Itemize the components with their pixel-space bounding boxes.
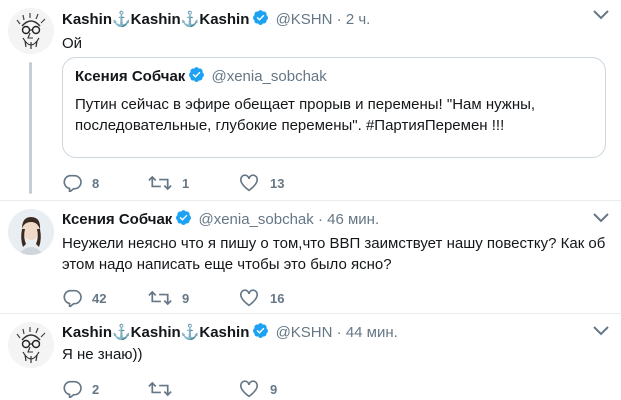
retweet-count: 1 — [182, 175, 190, 191]
chevron-down-icon[interactable] — [593, 213, 609, 223]
reply-count: 42 — [92, 290, 107, 306]
verified-icon — [253, 323, 269, 338]
tweet-header: Ксения Собчак @xenia_sobchak · 46 мин. — [62, 209, 379, 228]
retweet-button[interactable]: 9 — [148, 287, 189, 309]
like-count: 9 — [270, 381, 278, 397]
tweet-text: Я не знаю)) — [62, 346, 143, 363]
like-icon — [240, 174, 258, 192]
quoted-tweet[interactable]: Ксения Собчак @xenia_sobchak Путин сейча… — [62, 57, 606, 158]
tweet-2[interactable]: Ксения Собчак @xenia_sobchak · 46 мин. Н… — [0, 201, 621, 313]
reply-icon — [63, 380, 82, 398]
tweet-text: Неужели неясно что я пишу о том,что ВВП … — [62, 235, 606, 273]
like-icon — [240, 380, 258, 398]
reply-icon — [63, 174, 82, 192]
author-name[interactable]: Kashin⚓Kashin⚓Kashin — [62, 11, 249, 28]
like-icon — [240, 289, 258, 307]
like-button[interactable]: 9 — [238, 378, 277, 400]
chevron-down-icon[interactable] — [593, 326, 609, 336]
kashin-sketch-avatar — [8, 8, 54, 54]
avatar-kashin[interactable] — [8, 322, 54, 368]
reply-button[interactable]: 8 — [62, 172, 99, 194]
quote-header: Ксения Собчак @xenia_sobchak — [75, 66, 327, 85]
author-handle[interactable]: @xenia_sobchak — [198, 211, 313, 228]
separator-dot: · — [336, 324, 342, 341]
retweet-count: 9 — [182, 290, 190, 306]
quote-author-handle: @xenia_sobchak — [211, 68, 327, 85]
retweet-button[interactable]: 1 — [148, 172, 189, 194]
retweet-icon — [148, 175, 172, 191]
like-button[interactable]: 13 — [238, 172, 284, 194]
verified-icon — [253, 10, 269, 25]
author-handle[interactable]: @KSHN — [276, 324, 333, 341]
verified-icon — [189, 67, 205, 82]
separator-dot: · — [317, 211, 323, 228]
kashin-sketch-avatar — [8, 322, 54, 368]
reply-icon — [63, 289, 82, 307]
author-handle[interactable]: @KSHN — [276, 11, 333, 28]
reply-button[interactable]: 42 — [62, 287, 106, 309]
timestamp[interactable]: 46 мин. — [327, 211, 379, 228]
thread-line — [29, 62, 32, 194]
author-name[interactable]: Kashin⚓Kashin⚓Kashin — [62, 324, 249, 341]
sobchak-photo-avatar — [8, 209, 54, 255]
retweet-icon — [148, 290, 172, 306]
tweet-1[interactable]: Kashin⚓Kashin⚓Kashin @KSHN · 2 ч. Ой Ксе… — [0, 0, 621, 200]
timestamp[interactable]: 44 мин. — [346, 324, 398, 341]
tweet-text: Ой — [62, 35, 83, 52]
retweet-button[interactable] — [148, 378, 182, 400]
quote-author-name: Ксения Собчак — [75, 68, 186, 85]
separator-dot: · — [336, 11, 342, 28]
tweet-header: Kashin⚓Kashin⚓Kashin @KSHN · 2 ч. — [62, 9, 370, 28]
verified-icon — [176, 210, 192, 225]
author-name[interactable]: Ксения Собчак — [62, 211, 172, 228]
reply-button[interactable]: 2 — [62, 378, 99, 400]
timestamp[interactable]: 2 ч. — [346, 11, 371, 28]
like-count: 16 — [270, 290, 285, 306]
tweet-header: Kashin⚓Kashin⚓Kashin @KSHN · 44 мин. — [62, 322, 398, 341]
reply-count: 8 — [92, 175, 100, 191]
quote-text: Путин сейчас в эфире обещает прорыв и пе… — [75, 96, 536, 134]
reply-count: 2 — [92, 381, 100, 397]
avatar-kashin[interactable] — [8, 8, 54, 54]
chevron-down-icon[interactable] — [593, 10, 609, 20]
like-button[interactable]: 16 — [238, 287, 284, 309]
avatar-sobchak[interactable] — [8, 209, 54, 255]
retweet-icon — [148, 381, 172, 397]
like-count: 13 — [270, 175, 285, 191]
tweet-3[interactable]: Kashin⚓Kashin⚓Kashin @KSHN · 44 мин. Я н… — [0, 314, 621, 400]
